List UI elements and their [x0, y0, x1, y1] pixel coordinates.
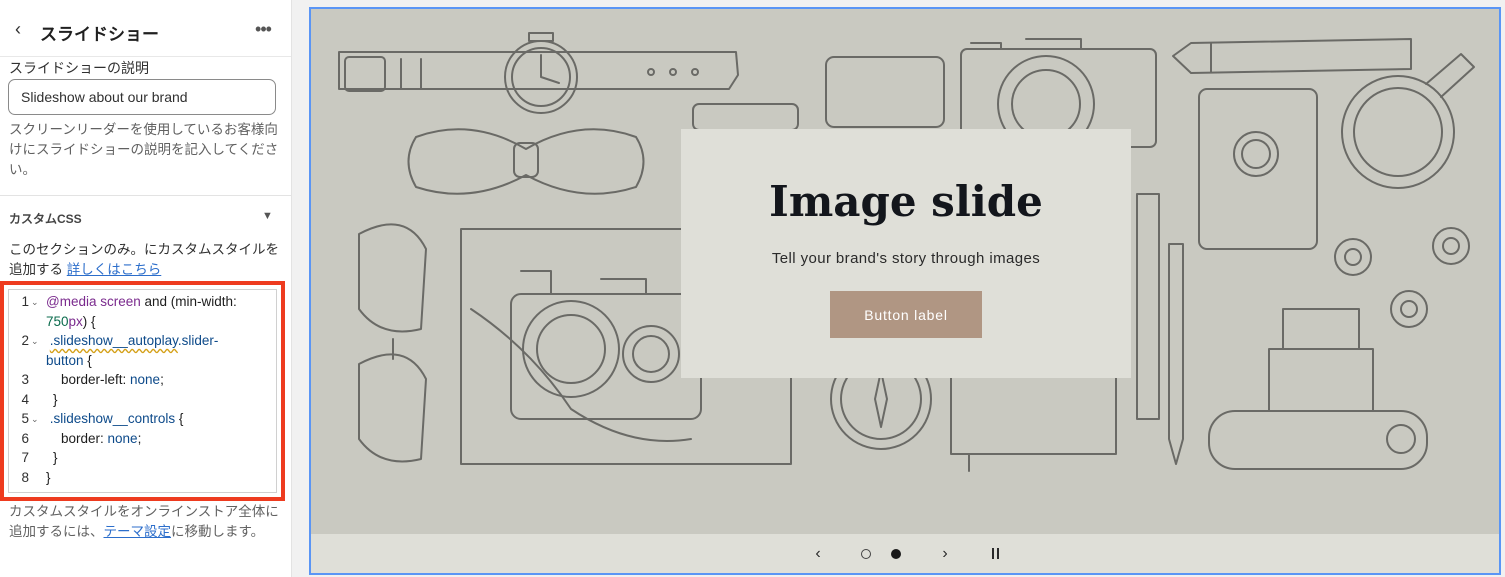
line-number: 3: [21, 372, 29, 387]
code-text: }: [46, 469, 51, 485]
theme-settings-link[interactable]: テーマ設定: [104, 524, 172, 539]
line-number: 2: [21, 333, 29, 348]
settings-sidebar: ‹ スライドショー ••• スライドショーの説明 スクリーンリーダーを使用してい…: [0, 0, 292, 577]
slideshow-preview[interactable]: Image slide Tell your brand's story thro…: [309, 7, 1501, 575]
description-label: スライドショーの説明: [9, 60, 149, 76]
sidebar-header: ‹ スライドショー •••: [0, 0, 291, 57]
description-input[interactable]: [8, 79, 276, 115]
code-text: border: none;: [61, 430, 142, 446]
footer-help-suffix: に移動します。: [171, 524, 265, 539]
code-text: .slideshow__controls {: [49, 411, 184, 426]
caret-down-icon[interactable]: ▼: [262, 210, 273, 222]
sidebar-title: スライドショー: [40, 25, 159, 44]
section-divider: [0, 195, 291, 196]
line-number: 6: [21, 430, 29, 446]
custom-css-footer-help: カスタムスタイルをオンラインストア全体に追加するには、テーマ設定に移動します。: [9, 502, 281, 542]
line-number: 8: [21, 469, 29, 485]
code-text: .slideshow__autoplay.slider-: [49, 333, 219, 348]
line-number: 7: [21, 450, 29, 465]
code-text: @media screen and (min-width:: [46, 294, 237, 309]
line-number: 4: [21, 391, 29, 407]
slide-heading: Image slide: [769, 177, 1043, 226]
fold-chevron-icon[interactable]: ⌄: [31, 332, 39, 352]
code-text: button {: [46, 352, 92, 368]
slide-text-box: Image slide Tell your brand's story thro…: [681, 129, 1131, 378]
pause-icon[interactable]: [991, 548, 1001, 560]
custom-css-title: カスタムCSS: [9, 212, 82, 226]
description-help-text: スクリーンリーダーを使用しているお客様向けにスライドショーの説明を記入してくださ…: [9, 122, 279, 177]
line-number: 1: [21, 294, 29, 309]
ellipsis-icon[interactable]: •••: [250, 18, 276, 42]
chevron-left-icon[interactable]: ‹: [809, 544, 827, 564]
line-number: 5: [21, 411, 29, 426]
code-text: }: [53, 391, 58, 407]
code-text: 750px) {: [46, 313, 96, 329]
css-code-editor[interactable]: 1 ⌄ @media screen and (min-width: 750px)…: [8, 289, 277, 493]
slide-subheading: Tell your brand's story through images: [771, 250, 1041, 267]
slide-cta-button[interactable]: Button label: [830, 291, 982, 338]
slide-dot-1[interactable]: [861, 549, 871, 559]
code-text: }: [53, 450, 58, 465]
slideshow-controls: ‹ ›: [311, 534, 1499, 573]
slide-dot-2-active[interactable]: [891, 549, 901, 559]
chevron-right-icon[interactable]: ›: [936, 544, 954, 564]
chevron-left-icon[interactable]: ‹: [6, 18, 30, 42]
custom-css-description: このセクションのみ。にカスタムスタイルを追加する 詳しくはこちら: [9, 240, 281, 280]
learn-more-link[interactable]: 詳しくはこちら: [67, 262, 162, 277]
fold-chevron-icon[interactable]: ⌄: [31, 410, 39, 430]
code-text: border-left: none;: [61, 372, 164, 387]
fold-chevron-icon[interactable]: ⌄: [31, 293, 39, 313]
